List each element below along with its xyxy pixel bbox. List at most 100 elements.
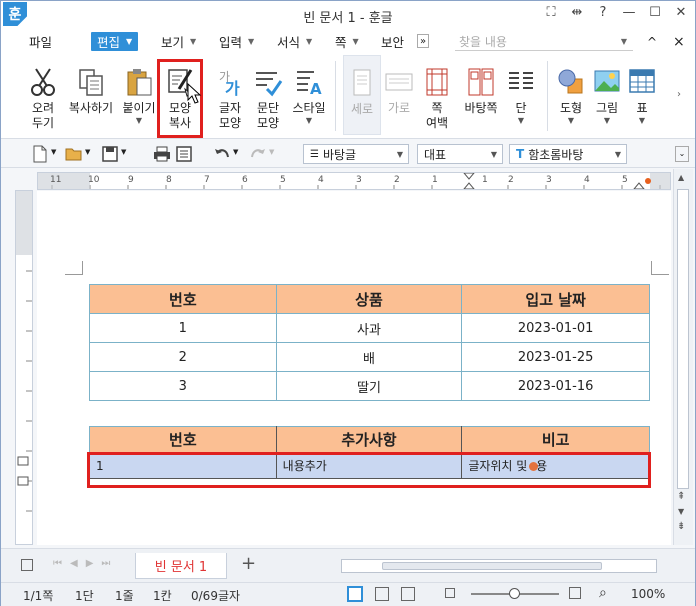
chevron-down-icon: ▼	[517, 116, 525, 125]
minimize-icon[interactable]: —	[621, 5, 637, 20]
menu-security[interactable]: 보안	[381, 32, 404, 51]
product-table[interactable]: 번호 상품 입고 날짜 1 사과 2023-01-01 2 배 2023-01-…	[89, 284, 650, 401]
maximize-icon[interactable]: ☐	[647, 5, 663, 20]
chevron-down-icon[interactable]: ▼	[85, 148, 90, 156]
menu-edit[interactable]: 편집 ▼	[91, 32, 139, 51]
style-select[interactable]: ☰ 바탕글 ▼	[303, 144, 409, 164]
scroll-up-icon[interactable]: ▲	[678, 173, 684, 182]
zoom-level[interactable]: 100%	[631, 587, 665, 601]
table-header-cell[interactable]: 추가사항	[275, 426, 463, 453]
new-document-icon[interactable]	[31, 145, 49, 163]
char-shape-button[interactable]: 가가 글자 모양	[211, 55, 249, 135]
two-page-view-icon[interactable]	[375, 587, 389, 601]
table-cell[interactable]: 배	[275, 342, 463, 372]
open-folder-icon[interactable]	[65, 145, 83, 163]
background-page-button[interactable]: 바탕쪽	[459, 55, 503, 135]
preview-icon[interactable]	[175, 145, 193, 163]
picture-button[interactable]: 그림 ▼	[591, 55, 623, 135]
tab-document[interactable]: 빈 문서 1	[135, 553, 227, 579]
menu-close-button[interactable]: ×	[673, 32, 685, 51]
clipboard-icon	[124, 67, 154, 97]
menu-insert[interactable]: 입력 ▼	[219, 32, 254, 51]
table-cell[interactable]: 2	[89, 342, 277, 372]
vertical-ruler[interactable]	[15, 190, 33, 545]
arrows-icon[interactable]: ⇹	[569, 5, 585, 20]
print-icon[interactable]	[153, 145, 171, 163]
fullscreen-icon[interactable]: ⛶	[543, 5, 559, 20]
toolbar-expand-icon[interactable]: ⌄	[675, 146, 689, 162]
page-down-icon[interactable]: ⇟	[677, 521, 685, 532]
full-view-icon[interactable]	[401, 587, 415, 601]
font-select[interactable]: T 함초롬바탕 ▼	[509, 144, 627, 164]
table-header-cell[interactable]: 비고	[461, 426, 650, 453]
table-header-cell[interactable]: 입고 날짜	[461, 284, 650, 314]
scroll-thumb[interactable]	[382, 562, 602, 570]
page-up-icon[interactable]: ⇞	[677, 491, 685, 502]
ruler-number: 3	[546, 175, 552, 185]
style-button[interactable]: A 스타일 ▼	[289, 55, 329, 135]
menu-format[interactable]: 서식 ▼	[277, 32, 312, 51]
chevron-down-icon[interactable]: ▼	[233, 148, 238, 156]
ruler-number: 8	[166, 175, 172, 185]
ribbon-scroll-right-icon[interactable]: ›	[677, 89, 681, 100]
magnifier-icon[interactable]: ⌕	[599, 585, 607, 601]
table-row: 1 사과 2023-01-01	[89, 313, 650, 343]
chevron-down-icon: ▼	[603, 116, 611, 125]
vertical-page-button[interactable]: 세로	[343, 55, 381, 135]
para-shape-button[interactable]: 문단 모양	[249, 55, 287, 135]
table-header-cell[interactable]: 번호	[89, 284, 277, 314]
help-icon[interactable]: ?	[595, 5, 611, 20]
table-cell[interactable]: 1	[89, 313, 277, 343]
ribbon-collapse-button[interactable]: ^	[647, 32, 657, 51]
paste-button[interactable]: 붙이기 ▼	[119, 55, 159, 135]
menu-more-button[interactable]: »	[417, 34, 430, 48]
table-header-cell[interactable]: 상품	[275, 284, 463, 314]
table-cell[interactable]: 2023-01-16	[461, 371, 650, 401]
horizontal-scrollbar[interactable]	[341, 559, 657, 573]
zoom-out-icon[interactable]	[445, 588, 455, 598]
horizontal-page-button[interactable]: 가로	[381, 55, 417, 135]
table-header-cell[interactable]: 번호	[89, 426, 277, 453]
table-cell[interactable]: 딸기	[275, 371, 463, 401]
tab-nav-arrows-icon[interactable]: ⏮◀▶⏭	[53, 558, 118, 569]
language-select[interactable]: 대표 ▼	[417, 144, 503, 164]
table-cell[interactable]: 사과	[275, 313, 463, 343]
menu-view[interactable]: 보기 ▼	[161, 32, 196, 51]
shape-button[interactable]: 도형 ▼	[555, 55, 587, 135]
scroll-thumb[interactable]	[677, 189, 689, 489]
zoom-slider-handle[interactable]	[509, 588, 520, 599]
search-input[interactable]: 찾을 내용 ▼	[455, 32, 633, 51]
scroll-down-icon[interactable]: ▼	[678, 507, 684, 516]
chevron-down-icon[interactable]: ▼	[269, 148, 274, 156]
table-button[interactable]: 표 ▼	[627, 55, 657, 135]
cut-button[interactable]: 오려 두기	[21, 55, 65, 135]
menu-file[interactable]: 파일	[29, 32, 52, 51]
table-cell[interactable]: 2023-01-01	[461, 313, 650, 343]
chevron-down-icon[interactable]: ▼	[121, 148, 126, 156]
page-margin-button[interactable]: 쪽 여백	[419, 55, 455, 135]
add-tab-button[interactable]: +	[241, 553, 256, 574]
table-cell[interactable]: 3	[89, 371, 277, 401]
menu-page[interactable]: 쪽 ▼	[335, 32, 359, 51]
zoom-slider[interactable]	[471, 588, 559, 599]
table-cell[interactable]: 2023-01-25	[461, 342, 650, 372]
ruler-number: 1	[482, 175, 488, 185]
tab-list-icon[interactable]	[21, 559, 33, 571]
copy-button[interactable]: 복사하기	[65, 55, 117, 135]
close-icon[interactable]: ✕	[673, 5, 689, 20]
ruler-number: 4	[318, 175, 324, 185]
chevron-down-icon[interactable]: ▼	[51, 148, 56, 156]
quick-toolbar: ▼ ▼ ▼ ▼ ▼ ☰ 바탕글 ▼ 대표 ▼ T 함초롬바탕 ▼ ⌄	[1, 140, 695, 168]
column-button[interactable]: 단 ▼	[505, 55, 537, 135]
undo-icon[interactable]	[213, 145, 231, 163]
vertical-scrollbar[interactable]: ▲ ⇞ ▼ ⇟	[673, 169, 693, 545]
table-row: 3 딸기 2023-01-16	[89, 371, 650, 401]
redo-icon[interactable]	[249, 145, 267, 163]
ruler-number: 6	[242, 175, 248, 185]
style-icon: A	[294, 67, 324, 98]
page-view-icon[interactable]	[347, 586, 363, 602]
save-icon[interactable]	[101, 145, 119, 163]
horizontal-ruler[interactable]: 11 10 9 8 7 6 5 4 3 2 1 1 2 3 4 5	[37, 172, 671, 190]
table-header-row: 번호 추가사항 비고	[89, 426, 650, 453]
zoom-in-icon[interactable]	[569, 587, 581, 599]
